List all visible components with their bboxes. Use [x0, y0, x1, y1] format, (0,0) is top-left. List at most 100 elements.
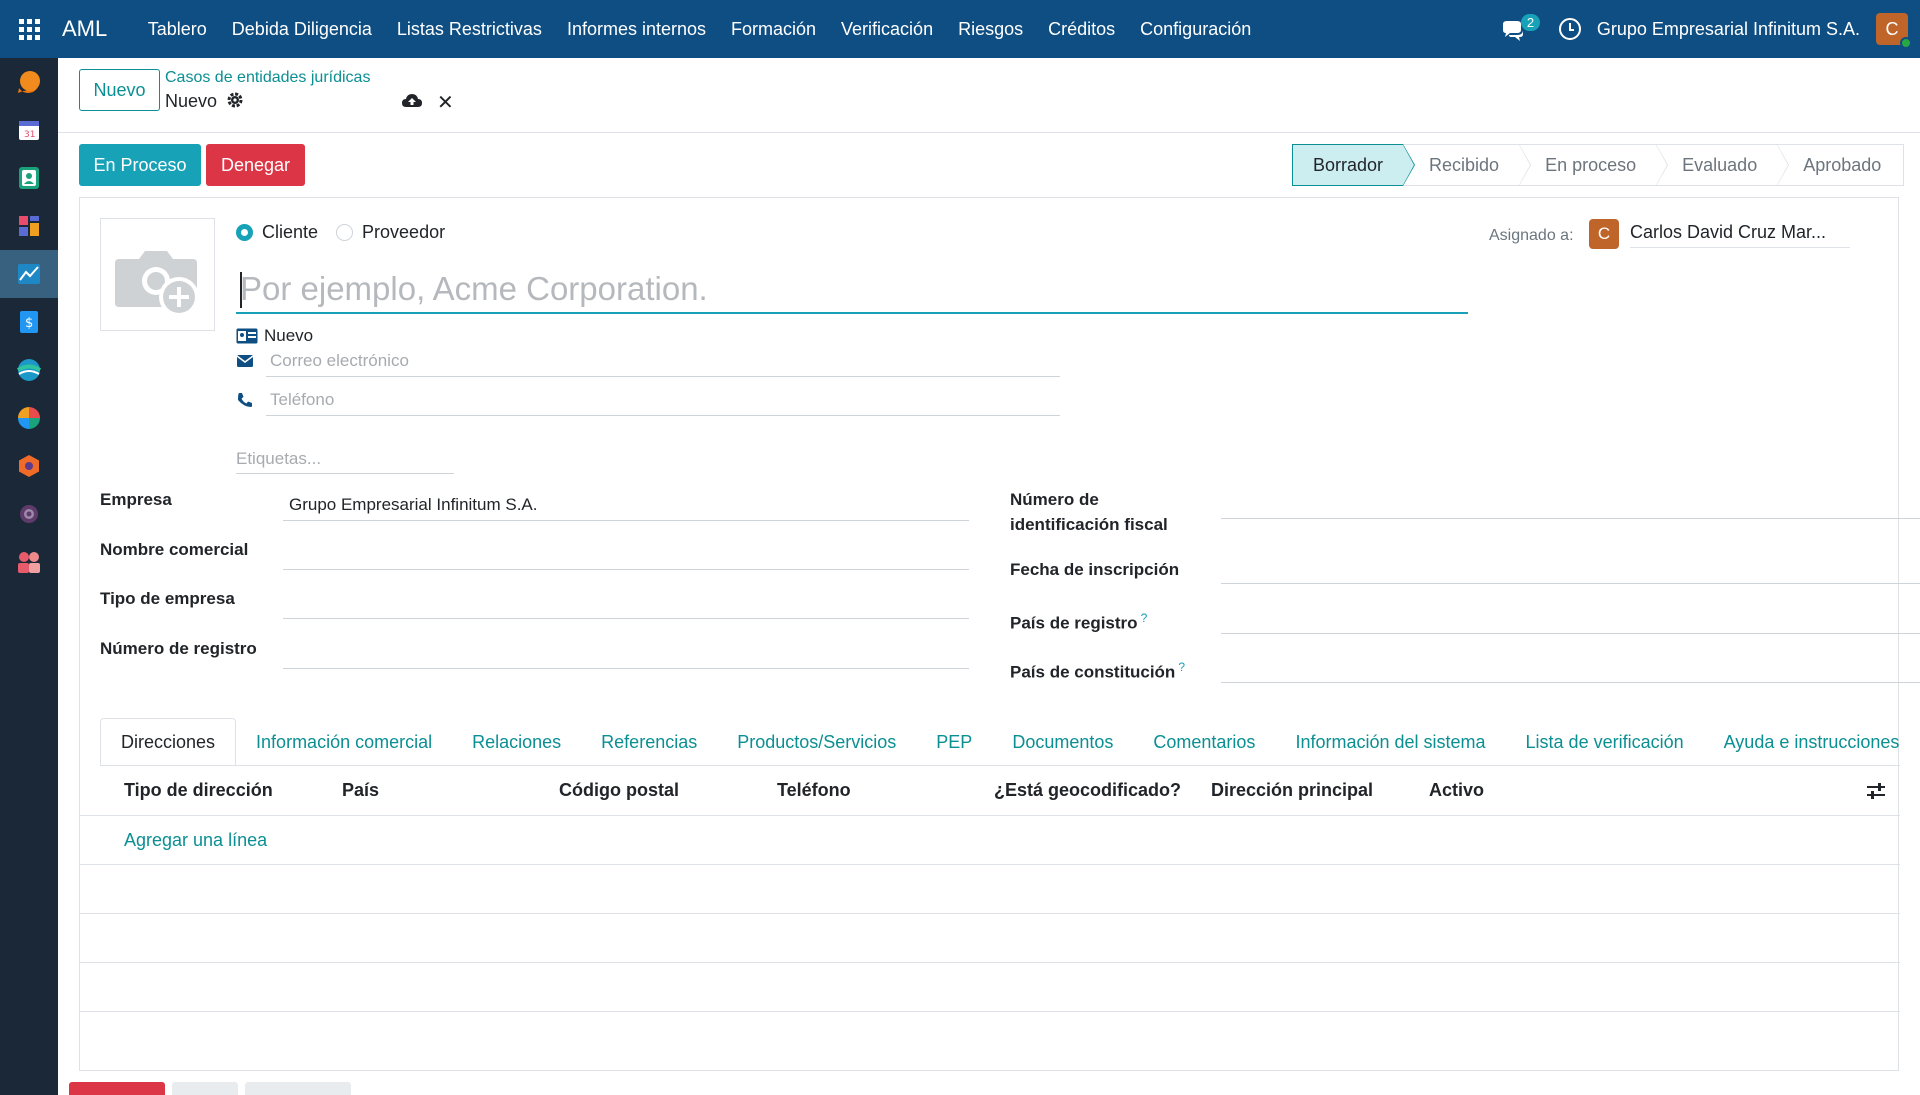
activity-clock-icon[interactable] [1558, 18, 1581, 40]
sliders-icon[interactable] [1866, 782, 1886, 800]
apps-menu-icon[interactable] [0, 0, 58, 58]
cloud-upload-icon[interactable] [401, 92, 423, 110]
menu-item-formacion[interactable]: Formación [719, 19, 829, 40]
stage-label: Borrador [1313, 154, 1384, 175]
user-initial: C [1885, 18, 1899, 39]
tab-comentarios[interactable]: Comentarios [1133, 718, 1275, 765]
column-header[interactable]: ¿Está geocodificado? [994, 780, 1181, 801]
sidebar-item-dashboard[interactable] [0, 202, 58, 250]
tab-informacion-sistema[interactable]: Información del sistema [1275, 718, 1505, 765]
sidebar-item-employees[interactable] [0, 538, 58, 586]
hexagon-icon [19, 455, 39, 477]
label-numero-registro: Número de registro [100, 639, 257, 658]
add-line-link[interactable]: Agregar una línea [124, 830, 267, 851]
trade-name-field[interactable] [283, 536, 969, 570]
sidebar-item-settings[interactable] [0, 490, 58, 538]
in-process-button[interactable]: En Proceso [79, 144, 201, 186]
avatar-upload[interactable] [100, 218, 215, 331]
phone-field[interactable] [266, 384, 1060, 416]
chatter-send-message-button[interactable] [69, 1082, 165, 1095]
company-switcher[interactable]: Grupo Empresarial Infinitum S.A. [1597, 19, 1860, 40]
email-field[interactable] [266, 345, 1060, 377]
column-header[interactable]: Teléfono [777, 780, 851, 801]
tab-relaciones[interactable]: Relaciones [452, 718, 581, 765]
radio-proveedor[interactable] [336, 224, 354, 241]
menu-item-verificacion[interactable]: Verificación [829, 19, 946, 40]
column-header[interactable]: Tipo de dirección [124, 780, 273, 801]
column-header[interactable]: Código postal [559, 780, 679, 801]
radio-label-cliente[interactable]: Cliente [262, 222, 318, 243]
user-avatar[interactable]: C [1876, 13, 1912, 49]
id-card-icon [236, 328, 258, 344]
tab-direcciones[interactable]: Direcciones [100, 718, 237, 765]
sidebar-item-aml[interactable] [0, 250, 58, 298]
envelope-icon [236, 355, 254, 367]
menu-item-riesgos[interactable]: Riesgos [946, 19, 1036, 40]
new-record-button[interactable]: Nuevo [79, 69, 160, 111]
tab-lista-verificacion[interactable]: Lista de verificación [1506, 718, 1704, 765]
column-header[interactable]: País [342, 780, 379, 801]
chatter-log-note-button[interactable] [172, 1082, 238, 1095]
messages-button[interactable]: 2 [1501, 14, 1541, 44]
phone-icon [238, 393, 252, 407]
company-type-field[interactable] [283, 585, 969, 619]
tab-referencias[interactable]: Referencias [581, 718, 717, 765]
column-header[interactable]: Dirección principal [1211, 780, 1373, 801]
radio-label-proveedor[interactable]: Proveedor [362, 222, 445, 243]
app-brand[interactable]: AML [62, 16, 107, 42]
sidebar-item-invoicing[interactable]: $ [0, 298, 58, 346]
breadcrumb-parent-link[interactable]: Casos de entidades jurídicas [165, 69, 370, 87]
reports-icon [18, 407, 40, 429]
chatter-activity-button[interactable] [245, 1082, 351, 1095]
menu-item-tablero[interactable]: Tablero [135, 19, 219, 40]
close-icon[interactable]: ✕ [437, 90, 454, 115]
help-tooltip-icon[interactable]: ? [1141, 611, 1148, 625]
menu-item-informes-internos[interactable]: Informes internos [554, 19, 718, 40]
tab-documentos[interactable]: Documentos [992, 718, 1133, 765]
breadcrumb-current-record: Nuevo [165, 91, 218, 111]
label-tax-id: Número de identificación fiscal [1010, 487, 1168, 537]
label-tax-id-line2: identificación fiscal [1010, 515, 1168, 534]
menu-item-configuracion[interactable]: Configuración [1128, 19, 1264, 40]
registration-date-field[interactable] [1221, 550, 1920, 584]
column-header[interactable]: Activo [1429, 780, 1484, 801]
tab-pep[interactable]: PEP [916, 718, 992, 765]
radio-cliente[interactable] [236, 224, 253, 241]
stage-borrador[interactable]: Borrador [1292, 144, 1416, 186]
sidebar-item-sales[interactable] [0, 346, 58, 394]
stage-en-proceso[interactable]: En proceso [1519, 144, 1669, 186]
label-pais-constitucion: País de constitución? [1010, 655, 1185, 685]
tab-ayuda-instrucciones[interactable]: Ayuda e instrucciones [1704, 718, 1900, 765]
entity-name-input[interactable] [236, 266, 1468, 314]
stage-pipeline: Borrador Recibido En proceso Evaluado Ap… [1292, 144, 1905, 186]
label-pais-registro-text: País de registro [1010, 613, 1138, 633]
deny-button[interactable]: Denegar [206, 144, 305, 186]
tags-input[interactable] [236, 444, 454, 474]
menu-item-creditos[interactable]: Créditos [1036, 19, 1128, 40]
sidebar-item-contacts[interactable] [0, 154, 58, 202]
sidebar-item-calendar[interactable]: 31 [0, 106, 58, 154]
gear-icon[interactable] [226, 91, 244, 109]
tab-informacion-comercial[interactable]: Información comercial [236, 718, 452, 765]
registration-number-field[interactable] [283, 635, 969, 669]
main-menu: Tablero Debida Diligencia Listas Restric… [135, 19, 1263, 40]
stage-recibido[interactable]: Recibido [1403, 144, 1532, 186]
incorporation-country-field[interactable] [1221, 649, 1920, 683]
sidebar-item-discuss[interactable] [0, 58, 58, 106]
table-row [80, 914, 1900, 963]
tax-id-field[interactable] [1221, 485, 1920, 519]
help-tooltip-icon[interactable]: ? [1178, 660, 1185, 674]
sales-icon [16, 359, 42, 381]
menu-item-debida-diligencia[interactable]: Debida Diligencia [219, 19, 384, 40]
assigned-to-field[interactable]: Carlos David Cruz Mar... [1630, 222, 1850, 248]
sidebar-item-apps[interactable] [0, 442, 58, 490]
sidebar-item-reports[interactable] [0, 394, 58, 442]
stage-aprobado[interactable]: Aprobado [1777, 144, 1905, 186]
company-field[interactable]: Grupo Empresarial Infinitum S.A. [283, 487, 969, 521]
menu-item-listas-restrictivas[interactable]: Listas Restrictivas [384, 19, 554, 40]
tab-productos-servicios[interactable]: Productos/Servicios [717, 718, 916, 765]
stage-label: Recibido [1429, 154, 1500, 175]
registration-country-field[interactable] [1221, 600, 1920, 634]
stage-evaluado[interactable]: Evaluado [1656, 144, 1790, 186]
online-status-dot [1900, 37, 1912, 49]
